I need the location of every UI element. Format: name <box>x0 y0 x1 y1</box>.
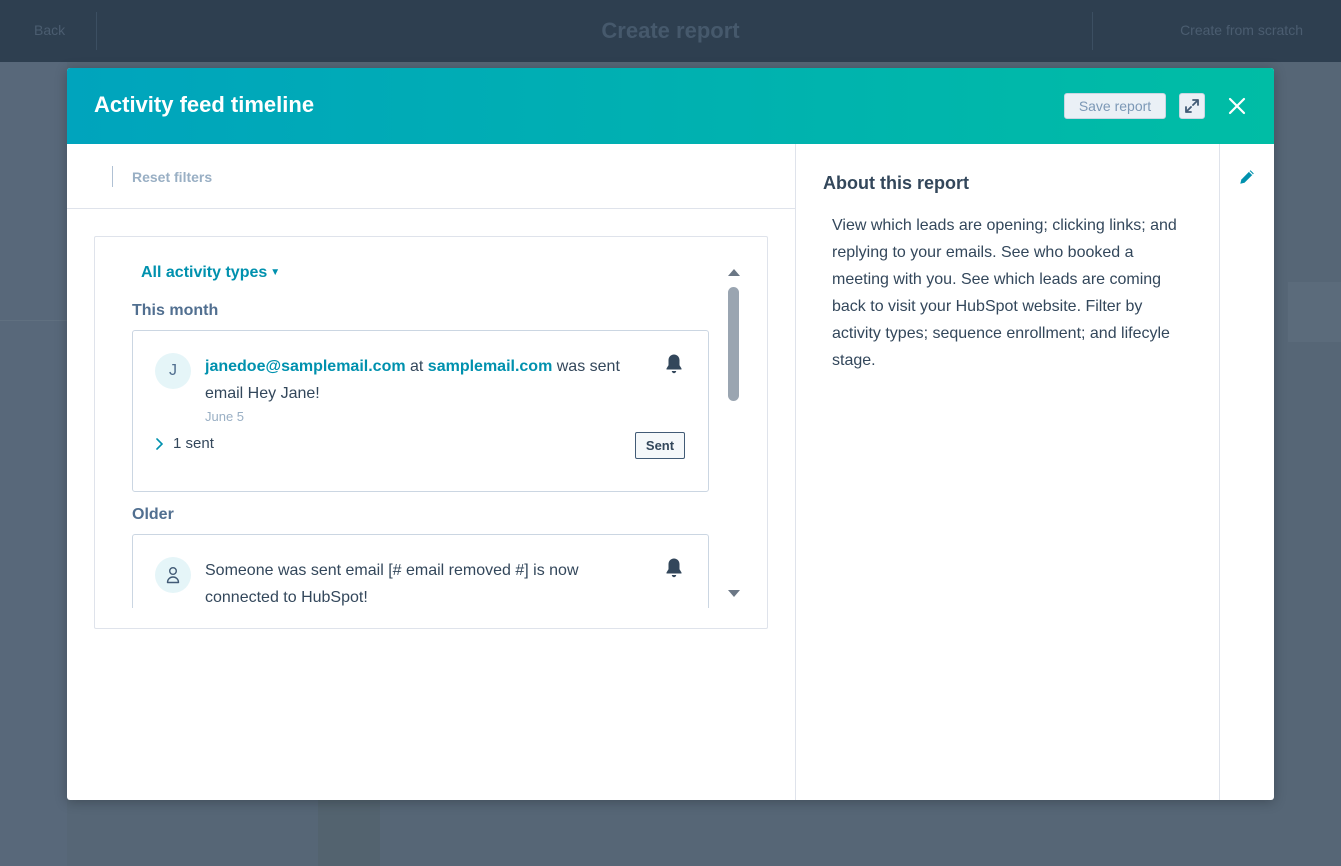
contact-email-link[interactable]: janedoe@samplemail.com <box>205 358 406 375</box>
background-next-label: Create from scratch <box>1180 22 1303 38</box>
activity-types-label: All activity types <box>141 264 268 281</box>
company-domain-link[interactable]: samplemail.com <box>428 358 553 375</box>
close-icon <box>1228 97 1246 115</box>
status-badge: Sent <box>635 432 685 459</box>
background-divider <box>1092 12 1093 50</box>
expand-icon <box>1185 99 1199 113</box>
feed-scrollbar[interactable] <box>725 265 742 603</box>
sent-expander[interactable]: 1 sent <box>155 435 214 452</box>
feed-item: Someone was sent email [# email removed … <box>132 534 709 608</box>
report-modal: Activity feed timeline Save report Reset… <box>67 68 1274 800</box>
background-block <box>318 800 380 866</box>
bell-icon[interactable] <box>664 557 684 579</box>
pencil-icon[interactable] <box>1238 168 1256 186</box>
caret-down-icon: ▼ <box>270 267 281 278</box>
scroll-up-icon[interactable] <box>727 267 741 277</box>
report-details-panel: About this report View which leads are o… <box>795 144 1274 800</box>
activity-feed-card: All activity types ▼ This month J janedoe… <box>94 236 768 629</box>
filter-separator <box>112 166 113 187</box>
scroll-down-icon[interactable] <box>727 589 741 599</box>
feed-item-text: Someone was sent email [# email removed … <box>205 562 579 606</box>
avatar <box>155 557 191 593</box>
sent-count-label: 1 sent <box>173 435 214 452</box>
background-sidebar <box>0 62 67 866</box>
feed-item-text: janedoe@samplemail.com at samplemail.com… <box>205 353 635 407</box>
activity-types-dropdown[interactable]: All activity types ▼ <box>141 264 280 282</box>
reset-filters-link[interactable]: Reset filters <box>132 169 212 185</box>
report-preview-panel: Reset filters All activity types ▼ This m… <box>67 144 795 800</box>
background-divider <box>0 320 67 321</box>
background-topbar: Back Create report Create from scratch <box>0 0 1341 62</box>
expand-button[interactable] <box>1179 93 1205 119</box>
scrollbar-thumb[interactable] <box>728 287 739 401</box>
modal-header: Activity feed timeline Save report <box>67 68 1274 144</box>
edit-column <box>1219 144 1274 800</box>
about-description: View which leads are opening; clicking l… <box>832 217 1177 369</box>
feed-item-date: June 5 <box>205 409 245 424</box>
avatar: J <box>155 353 191 389</box>
chevron-right-icon <box>155 437 163 450</box>
section-label-this-month: This month <box>132 302 219 319</box>
filter-bar: Reset filters <box>67 144 795 209</box>
close-button[interactable] <box>1225 94 1249 118</box>
bell-icon[interactable] <box>664 353 684 375</box>
background-title: Create report <box>601 18 740 43</box>
feed-item: J janedoe@samplemail.com at samplemail.c… <box>132 330 709 492</box>
background-block <box>1288 282 1341 342</box>
person-icon <box>166 567 180 584</box>
at-text: at <box>405 358 428 375</box>
modal-title: Activity feed timeline <box>94 92 315 117</box>
about-title: About this report <box>823 173 969 193</box>
save-report-button[interactable]: Save report <box>1064 93 1166 119</box>
section-label-older: Older <box>132 506 174 523</box>
